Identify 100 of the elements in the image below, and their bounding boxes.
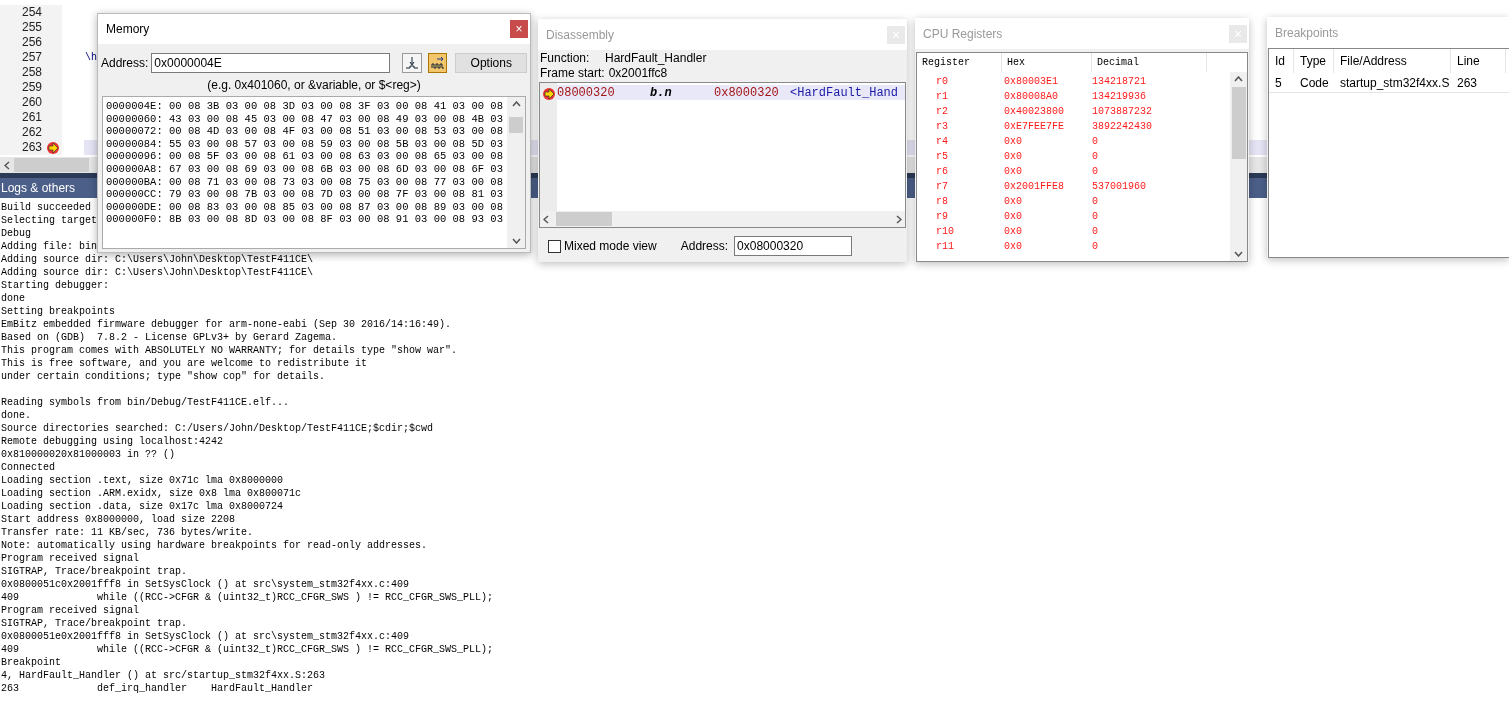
scroll-left-icon[interactable] [543, 214, 549, 224]
instruction-row[interactable]: 08000320 b.n 0x8000320 <HardFault_Hand [557, 85, 905, 100]
register-decimal: 134219936 [1092, 90, 1147, 104]
address-label: Address: [680, 238, 729, 255]
scroll-down-icon[interactable] [1234, 251, 1243, 257]
log-line: SIGTRAP, Trace/breakpoint trap. [0, 617, 188, 630]
table-cell-text: startup_stm32f4xx.S [1339, 74, 1451, 92]
memory-row-text: 000000CC: 79 03 00 08 7B 03 00 08 7D 03 00 08 7F 03 00 08 81 03 [106, 188, 504, 201]
table-cell-text: 5 [1274, 74, 1283, 92]
logs-tab[interactable]: Logs & others [0, 178, 77, 198]
line-number: 257 [22, 50, 44, 65]
scroll-right-icon[interactable] [896, 214, 902, 224]
signal-toggle-button[interactable] [427, 53, 448, 73]
register-hex: 0x80003E1 [1003, 75, 1059, 89]
column-header[interactable]: Id [1269, 49, 1294, 73]
log-line: Reading symbols from bin/Debug/TestF411CE.elf... [0, 396, 290, 409]
address-field[interactable]: 0x08000320 [734, 236, 853, 256]
memory-row-text: 00000060: 43 03 00 08 45 03 00 08 47 03 00 08 49 03 00 08 4B 03 [106, 112, 504, 126]
code-text: \h [85, 51, 97, 65]
log-line: 0x0800051c0x2001fff8 in SetSysClock () at src\system_stm32f4xx.c:409 [0, 578, 410, 591]
vertical-scrollbar[interactable] [507, 97, 525, 248]
register-decimal: 0 [1092, 165, 1099, 179]
register-hex: 0x40023800 [1003, 105, 1065, 119]
go-to-address-button[interactable] [401, 53, 422, 73]
register-decimal: 0 [1092, 150, 1099, 164]
register-decimal: 0 [1092, 225, 1099, 239]
log-line: done. [0, 409, 31, 422]
log-line: 409 while ((RCC->CFGR & (uint32_t)RCC_CFGR_SWS ) != RCC_CFGR_SWS_PLL); [0, 643, 494, 656]
column-header[interactable]: Type [1294, 49, 1334, 73]
register-name: r5 [935, 150, 949, 164]
window-title: Breakpoints [1275, 24, 1339, 42]
log-line: under certain conditions; type "show cop" for details. [0, 370, 326, 383]
window-title: CPU Registers [923, 25, 1003, 43]
column-header[interactable]: Decimal [1092, 53, 1207, 72]
register-hex: 0x0 [1003, 150, 1023, 164]
register-decimal: 1073887232 [1092, 105, 1153, 119]
log-line: Selecting target [0, 214, 97, 227]
line-number: 260 [22, 95, 44, 110]
column-header[interactable]: Line [1451, 49, 1506, 73]
log-line: done [0, 292, 25, 305]
register-hex: 0x0 [1003, 135, 1023, 149]
register-hex: 0x0 [1003, 210, 1023, 224]
register-name: r4 [935, 135, 949, 149]
vertical-scrollbar[interactable] [1230, 72, 1247, 261]
scroll-left-icon[interactable] [4, 160, 11, 170]
log-line: Program received signal [0, 552, 140, 565]
close-button[interactable]: × [510, 20, 528, 38]
register-hex: 0x0 [1003, 225, 1023, 239]
table-cell-text: Code [1299, 74, 1330, 92]
register-name: r6 [935, 165, 949, 179]
log-line: Loading section .ARM.exidx, size 0x8 lma 0x800071c [0, 487, 302, 500]
pin-icon [404, 56, 419, 70]
log-line: Setting breakpoints [0, 305, 116, 318]
breakpoint-arrow-icon [46, 140, 60, 155]
line-number: 256 [22, 35, 44, 50]
register-decimal: 0 [1092, 240, 1099, 254]
log-line: Starting debugger: [0, 279, 110, 292]
log-line: Based on (GDB) 7.8.2 - License GPLv3+ by Gerard Zagema. [0, 331, 338, 344]
log-line: Debug [0, 227, 31, 240]
log-line: Loading section .text, size 0x71c lma 0x8000000 [0, 474, 284, 487]
column-header[interactable]: Register [917, 53, 1002, 72]
log-line: 4, HardFault_Handler () at src/startup_stm32f4xx.S:263 [0, 669, 326, 682]
line-number: 255 [22, 20, 44, 35]
window-title: Disassembly [546, 26, 614, 44]
register-hex: 0x80008A0 [1003, 90, 1059, 104]
function-label: Function: [540, 51, 591, 66]
mixed-mode-label[interactable]: Mixed mode view [564, 237, 657, 255]
memory-row-text: 000000F0: 8B 03 00 08 8D 03 00 08 8F 03 00 08 91 03 00 08 93 03 [106, 213, 504, 226]
scroll-up-icon[interactable] [1234, 76, 1243, 82]
register-name: r11 [935, 240, 955, 254]
table-cell-text: 263 [1456, 74, 1479, 92]
checkbox[interactable] [548, 239, 561, 253]
memory-row-text: 000000A8: 67 03 00 08 69 03 00 08 6B 03 00 08 6D 03 00 08 6F 03 [106, 162, 504, 176]
column-header[interactable]: Hex [1002, 53, 1092, 72]
line-number: 258 [22, 65, 44, 80]
address-field[interactable]: 0x0000004E [151, 53, 390, 73]
register-name: r7 [935, 180, 949, 194]
memory-row-text: 00000084: 55 03 00 08 57 03 00 08 59 03 00 08 5B 03 00 08 5D 03 [106, 137, 504, 151]
scrollbar-thumb[interactable] [1231, 87, 1246, 159]
scroll-down-icon[interactable] [511, 238, 521, 244]
log-line: Transfer rate: 11 KB/sec, 736 bytes/write. [0, 526, 254, 539]
pulse-icon [430, 56, 445, 70]
log-line: Build succeeded [0, 201, 91, 214]
register-hex: 0x0 [1003, 240, 1023, 254]
register-name: r8 [935, 195, 949, 209]
register-name: r2 [935, 105, 949, 119]
log-line: Program received signal [0, 604, 140, 617]
scrollbar-thumb[interactable] [556, 212, 612, 226]
log-line: 0x810000020x81000003 in ?? () [0, 448, 176, 461]
options-button[interactable]: Options [455, 53, 527, 73]
log-line: Adding source dir: C:\Users\John\Desktop\TestF411CE\ [0, 266, 314, 279]
log-line: This program comes with ABSOLUTELY NO WARRANTY; for details type "show war". [0, 344, 458, 357]
scrollbar-thumb[interactable] [14, 158, 89, 172]
scroll-up-icon[interactable] [511, 101, 521, 107]
register-hex: 0xE7FEE7FE [1003, 120, 1065, 134]
scrollbar-thumb[interactable] [509, 117, 523, 133]
log-line: Remote debugging using localhost:4242 [0, 435, 224, 448]
column-header[interactable]: File/Address [1334, 49, 1451, 73]
memory-row-text: 00000096: 00 08 5F 03 00 08 61 03 00 08 63 03 00 08 65 03 00 08 [106, 150, 504, 163]
log-line: Adding file: bin [0, 240, 97, 253]
